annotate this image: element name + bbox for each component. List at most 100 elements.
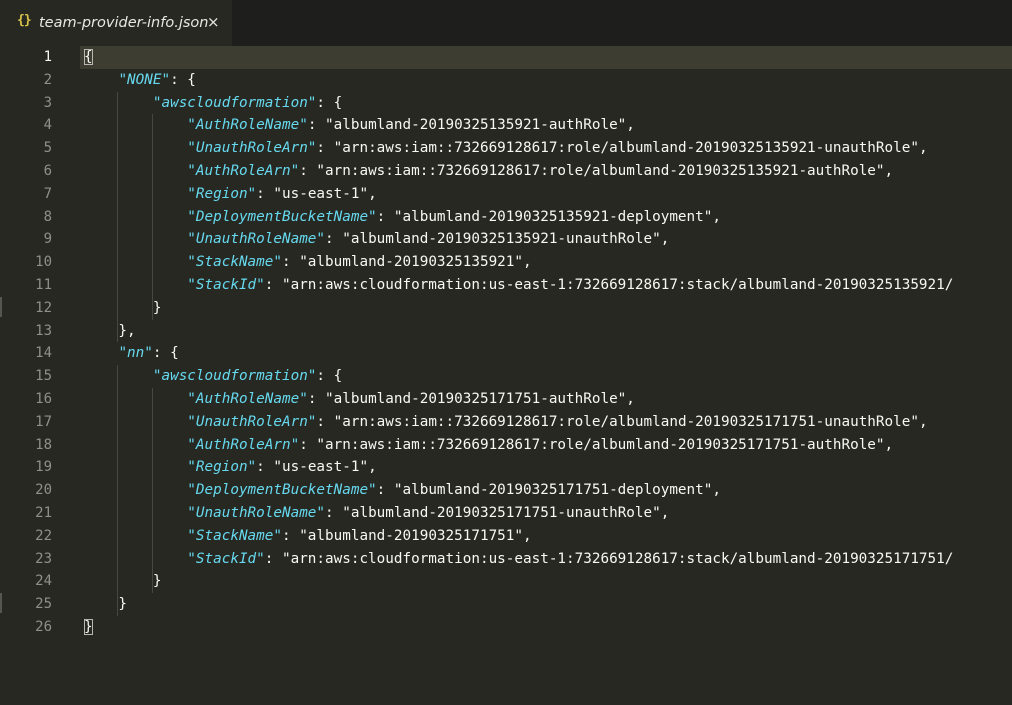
code-line[interactable]: 17 "UnauthRoleArn": "arn:aws:iam::732669… [0,411,1012,434]
json-key: "DeploymentBucketName" [187,482,377,499]
line-number: 23 [35,550,52,567]
line-number: 9 [43,231,52,248]
json-punctuation [84,95,153,111]
line-number: 24 [35,573,52,590]
code-text: "Region": "us-east-1", [84,456,377,479]
code-line[interactable]: 12 } [0,297,1012,320]
json-punctuation: : { [316,368,343,385]
code-line[interactable]: 24 } [0,570,1012,593]
json-punctuation: : [281,254,300,271]
line-number: 13 [35,322,52,339]
code-line[interactable]: 13 }, [0,320,1012,343]
json-punctuation: : [325,505,343,521]
json-punctuation: , [884,436,894,453]
code-line[interactable]: 4 "AuthRoleName": "albumland-20190325135… [0,114,1012,137]
code-line[interactable]: 19 "Region": "us-east-1", [0,456,1012,479]
code-line[interactable]: 3 "awscloudformation": { [0,92,1012,115]
json-key: "StackId" [187,550,265,567]
code-line[interactable]: 25 } [0,593,1012,616]
code-line[interactable]: 22 "StackName": "albumland-2019032517175… [0,525,1012,548]
json-punctuation: , [368,459,377,476]
tab-team-provider-info[interactable]: {} team-provider-info.json × [0,0,232,46]
json-braces-icon: {} [17,13,32,28]
line-number: 12 [35,299,52,316]
code-line[interactable]: 8 "DeploymentBucketName": "albumland-201… [0,206,1012,229]
json-punctuation: : { [170,71,196,88]
code-line[interactable]: 7 "Region": "us-east-1", [0,183,1012,206]
json-punctuation: , [712,482,721,499]
json-punctuation: : [307,117,326,134]
code-line[interactable]: 2 "NONE": { [0,69,1012,92]
json-punctuation: , [660,505,670,521]
json-punctuation: : [299,436,317,453]
json-punctuation: , [712,208,721,225]
json-key: "Region" [187,459,257,476]
line-number: 11 [35,277,52,293]
json-string-value: "arn:aws:iam::732669128617:role/albumlan… [333,413,919,430]
code-line[interactable]: 1{ [0,46,1012,69]
code-line[interactable]: 20 "DeploymentBucketName": "albumland-20… [0,479,1012,502]
json-punctuation [84,117,187,133]
json-punctuation [84,140,187,156]
json-punctuation: : { [316,94,343,111]
code-line[interactable]: 15 "awscloudformation": { [0,365,1012,388]
code-line[interactable]: 5 "UnauthRoleArn": "arn:aws:iam::7326691… [0,137,1012,160]
code-line[interactable]: 9 "UnauthRoleName": "albumland-201903251… [0,228,1012,251]
line-number: 17 [35,413,52,430]
json-punctuation [84,254,187,270]
line-number: 8 [43,208,52,225]
code-text: } [84,297,162,320]
json-punctuation [84,414,187,430]
json-punctuation [84,391,187,407]
code-text: "DeploymentBucketName": "albumland-20190… [84,206,721,229]
close-icon[interactable]: × [207,13,220,31]
json-punctuation [84,437,187,453]
json-key: "StackName" [187,254,282,271]
json-string-value: "arn:aws:cloudformation:us-east-1:732669… [281,277,954,293]
json-key: "nn" [118,345,153,362]
json-punctuation: , [918,140,928,157]
code-text: "UnauthRoleName": "albumland-20190325171… [84,502,669,525]
json-punctuation: : { [152,345,179,362]
json-string-value: "albumland-20190325171751" [299,527,523,544]
code-line[interactable]: 23 "StackId": "arn:aws:cloudformation:us… [0,548,1012,571]
code-line[interactable]: 6 "AuthRoleArn": "arn:aws:iam::732669128… [0,160,1012,183]
json-punctuation [84,209,187,225]
json-punctuation: , [626,391,635,407]
code-text: "UnauthRoleArn": "arn:aws:iam::732669128… [84,137,928,160]
json-key: "UnauthRoleArn" [187,140,317,157]
code-line[interactable]: 16 "AuthRoleName": "albumland-2019032517… [0,388,1012,411]
code-line[interactable]: 18 "AuthRoleArn": "arn:aws:iam::73266912… [0,434,1012,457]
json-punctuation [84,72,118,88]
code-line[interactable]: 26} [0,616,1012,639]
json-punctuation [84,551,187,567]
line-number: 25 [35,596,52,613]
code-text: "AuthRoleName": "albumland-2019032513592… [84,114,635,137]
json-string-value: "us-east-1" [273,459,369,476]
tab-title[interactable]: team-provider-info.json [39,15,208,31]
line-number: 15 [35,368,52,385]
json-punctuation [84,345,118,361]
json-string-value: "albumland-20190325135921-deployment" [393,208,713,225]
code-text: { [84,46,93,69]
json-punctuation: } [84,619,93,635]
code-text: "AuthRoleArn": "arn:aws:iam::73266912861… [84,160,893,183]
json-punctuation: , [368,185,377,202]
code-line[interactable]: 10 "StackName": "albumland-2019032513592… [0,251,1012,274]
json-string-value: "albumland-20190325171751-unauthRole" [342,505,661,521]
code-line[interactable]: 14 "nn": { [0,342,1012,365]
line-number: 1 [43,49,52,65]
json-punctuation: , [884,163,894,179]
json-punctuation: : [307,391,326,407]
json-key: "NONE" [118,71,171,88]
json-punctuation: , [918,413,928,430]
json-punctuation: , [523,254,532,271]
json-punctuation [84,277,187,293]
json-string-value: "albumland-20190325135921-authRole" [325,117,627,134]
code-line[interactable]: 21 "UnauthRoleName": "albumland-20190325… [0,502,1012,525]
code-line[interactable]: 11 "StackId": "arn:aws:cloudformation:us… [0,274,1012,297]
json-punctuation: { [84,49,93,65]
line-number: 6 [43,163,52,179]
code-editor[interactable]: 1{2 "NONE": {3 "awscloudformation": {4 "… [0,46,1012,705]
json-key: "UnauthRoleName" [187,505,326,521]
